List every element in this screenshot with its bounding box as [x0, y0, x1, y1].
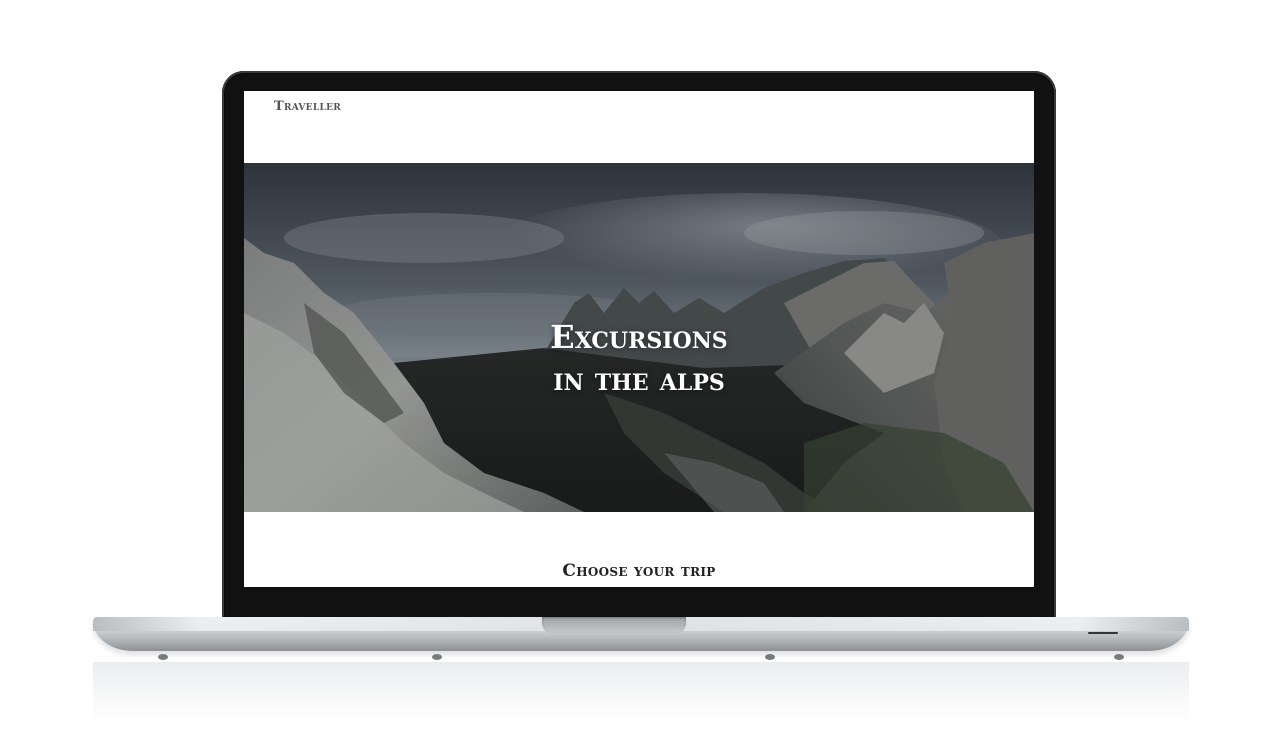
- laptop-screen: Traveller Excursions in the alps Choose …: [244, 91, 1034, 587]
- laptop-foot: [765, 654, 775, 660]
- hero-title-line-2: in the alps: [553, 360, 725, 399]
- laptop-foot: [432, 654, 442, 660]
- laptop-reflection: [93, 662, 1189, 722]
- laptop-mockup-stage: Traveller Excursions in the alps Choose …: [0, 0, 1280, 740]
- choose-trip-heading: Choose your trip: [562, 561, 716, 582]
- site-header: Traveller: [244, 91, 1034, 163]
- hero-title: Excursions in the alps: [244, 316, 1034, 400]
- laptop-foot: [1114, 654, 1124, 660]
- laptop-foot: [158, 654, 168, 660]
- laptop-opening-notch: [542, 617, 686, 633]
- brand-logo-link[interactable]: Traveller: [274, 99, 341, 114]
- hero-banner: Excursions in the alps: [244, 163, 1034, 512]
- hero-title-line-1: Excursions: [550, 318, 728, 357]
- laptop-power-indicator: [1088, 632, 1118, 634]
